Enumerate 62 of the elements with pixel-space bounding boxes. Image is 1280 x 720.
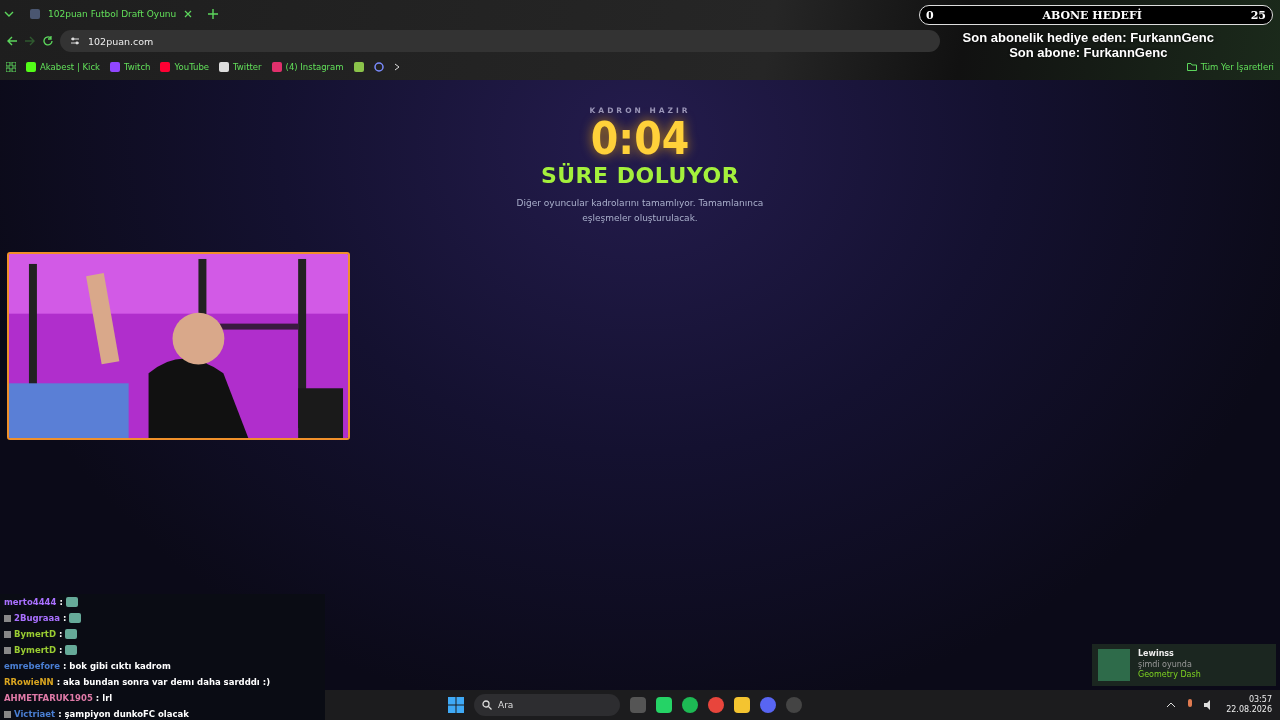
chat-message: aka bundan sonra var demı daha sardddı :) bbox=[63, 677, 271, 687]
game-name: Geometry Dash bbox=[1138, 670, 1201, 681]
bookmark-icon[interactable] bbox=[373, 62, 384, 72]
chat-separator: : bbox=[58, 629, 63, 639]
chat-username: RRowieNN bbox=[4, 677, 54, 687]
chat-username: AHMETFARUK1905 bbox=[4, 693, 93, 703]
emote-icon bbox=[65, 629, 78, 639]
chat-username: BymertD bbox=[14, 629, 56, 639]
chat-separator: : bbox=[59, 597, 63, 607]
chevron-up-icon[interactable] bbox=[1166, 702, 1177, 708]
chat-username: 2Bugraaa bbox=[14, 613, 60, 623]
bookmark-link[interactable]: Twitter bbox=[219, 62, 262, 72]
chevron-icon[interactable] bbox=[393, 63, 400, 71]
bookmark-icon[interactable] bbox=[353, 62, 364, 72]
search-icon bbox=[482, 700, 492, 710]
chat-message: bok gibi cıktı kadrom bbox=[69, 661, 171, 671]
chat-separator: : bbox=[56, 677, 61, 687]
goal-current: 0 bbox=[925, 8, 935, 22]
chat-username: merto4444 bbox=[4, 597, 57, 607]
friend-name: Lewinss bbox=[1138, 649, 1175, 660]
new-tab-icon[interactable] bbox=[208, 9, 219, 19]
chat-separator: : bbox=[62, 613, 67, 623]
address-bar[interactable]: 102puan.com bbox=[60, 30, 940, 52]
reload-icon[interactable] bbox=[42, 35, 54, 47]
all-bookmarks-link[interactable]: Tüm Yer İşaretleri bbox=[1186, 62, 1274, 72]
site-settings-icon[interactable] bbox=[70, 36, 80, 46]
chat-username: BymertD bbox=[14, 645, 56, 655]
game-art-icon bbox=[1098, 649, 1130, 681]
chat-separator: : bbox=[95, 693, 100, 703]
taskbar-clock[interactable]: 03:57 22.08.2026 bbox=[1226, 694, 1272, 716]
badge-icon bbox=[4, 710, 11, 718]
back-icon[interactable] bbox=[6, 35, 18, 47]
goal-title: ABONE HEDEFİ bbox=[1041, 8, 1143, 22]
last-sub-text: Son abone: FurkannGenc bbox=[1008, 45, 1169, 60]
chat-separator: : bbox=[58, 709, 62, 719]
chat-message: lrl bbox=[102, 693, 113, 703]
close-icon[interactable] bbox=[184, 10, 193, 18]
search-field[interactable]: Ara bbox=[474, 694, 620, 716]
bookmark-link[interactable]: YouTube bbox=[160, 62, 210, 72]
chat-username: emrebefore bbox=[4, 661, 60, 671]
chat-username: Victriaet bbox=[14, 709, 56, 719]
tab-favicon-icon bbox=[30, 9, 40, 19]
tab-title: 102puan Futbol Draft Oyunu bbox=[48, 9, 177, 19]
emote-icon bbox=[65, 597, 78, 607]
countdown-timer: 0:04 bbox=[590, 115, 690, 164]
chat-separator: : bbox=[58, 645, 63, 655]
emote-icon bbox=[69, 613, 82, 623]
status-message: Diğer oyuncular kadrolarını tamamlıyor. Tamamlanınca eşleşmeler oluşturulacak. bbox=[515, 197, 765, 225]
status-heading: SÜRE DOLUYOR bbox=[540, 163, 740, 189]
chat-message: şampiyon dunkoFC olacak bbox=[64, 709, 189, 719]
chevron-down-icon[interactable] bbox=[4, 11, 14, 17]
bookmark-link[interactable]: Twitch bbox=[110, 62, 151, 72]
last-gift-text: Son abonelik hediye eden: FurkannGenc bbox=[962, 30, 1214, 45]
chat-separator: : bbox=[62, 661, 67, 671]
emote-icon bbox=[65, 645, 78, 655]
bookmark-link[interactable]: (4) Instagram bbox=[271, 62, 344, 72]
bookmark-link[interactable]: Akabest | Kick bbox=[26, 62, 100, 72]
friend-status: şimdi oyunda bbox=[1138, 659, 1193, 670]
windows-start-icon[interactable] bbox=[448, 697, 464, 713]
goal-target: 25 bbox=[1249, 8, 1267, 22]
browser-tab[interactable]: 102puan Futbol Draft Oyunu bbox=[22, 2, 201, 26]
apps-grid-icon[interactable] bbox=[6, 62, 16, 72]
